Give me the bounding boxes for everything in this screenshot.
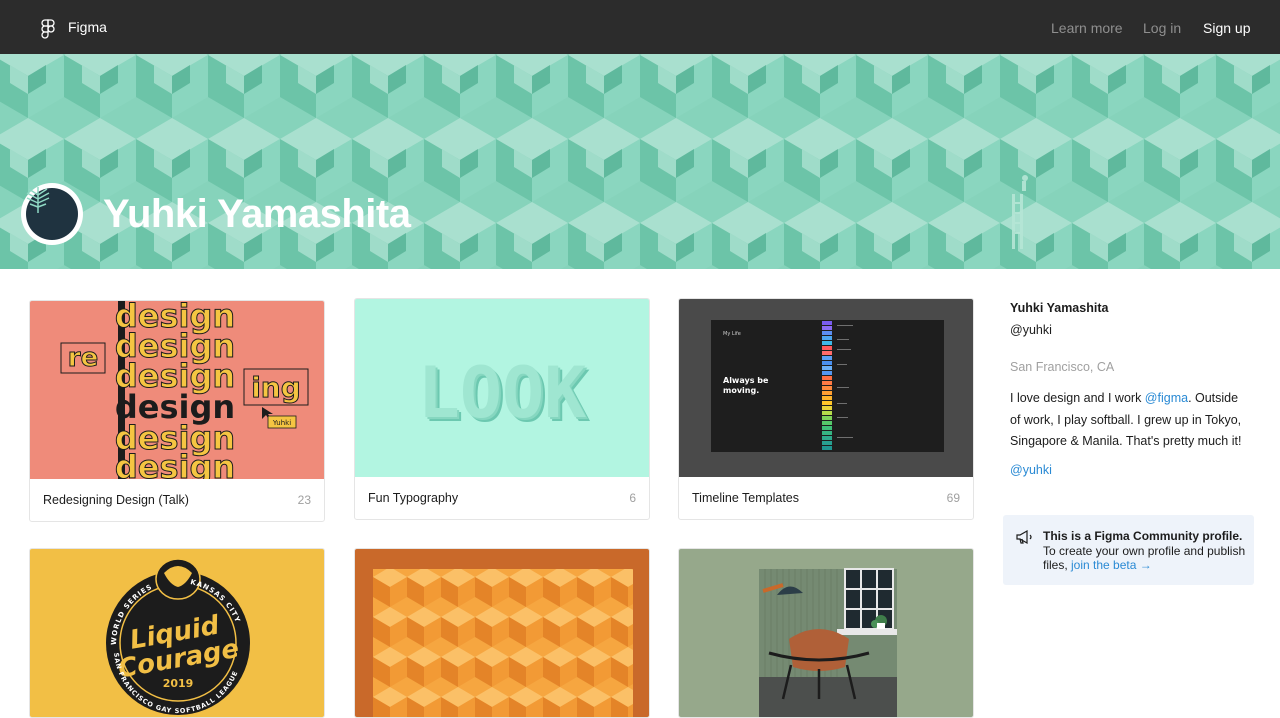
card-title[interactable]: Fun Typography xyxy=(368,491,458,505)
file-card-orange-cubes[interactable] xyxy=(354,548,650,718)
join-beta-link[interactable]: join the beta → xyxy=(1071,558,1152,572)
card-thumbnail: My Life Always be moving. xyxy=(679,299,973,477)
card-thumbnail: design design design design design desig… xyxy=(30,301,324,479)
thumb-text-design-6: design xyxy=(115,448,235,479)
learn-more-link[interactable]: Learn more xyxy=(1051,20,1123,36)
thumb-text-tag: Yuhki xyxy=(272,419,291,427)
file-card-liquid-courage[interactable]: Liquid Courage 2019 WORLD SERIES KANSAS … xyxy=(29,548,325,718)
notice-heading: This is a Figma Community profile. xyxy=(1043,529,1243,543)
sidebar-profile-link[interactable]: @yuhki xyxy=(1010,463,1052,477)
file-card-redesigning-design[interactable]: design design design design design desig… xyxy=(29,300,325,522)
profile-name-heading: Yuhki Yamashita xyxy=(103,192,411,236)
card-thumbnail xyxy=(679,549,973,717)
sidebar-name: Yuhki Yamashita xyxy=(1010,301,1109,315)
top-navbar: Figma Learn more Log in Sign up xyxy=(0,0,1280,54)
megaphone-icon xyxy=(1016,529,1032,545)
sidebar-location: San Francisco, CA xyxy=(1010,360,1115,374)
bio-text-1: I love design and I work xyxy=(1010,391,1145,405)
file-card-timeline-templates[interactable]: My Life Always be moving. Timeline Templ… xyxy=(678,298,974,520)
card-title[interactable]: Timeline Templates xyxy=(692,491,799,505)
notice-text: This is a Figma Community profile. To cre… xyxy=(1043,529,1248,573)
card-footer: Timeline Templates 69 xyxy=(679,477,973,519)
card-thumbnail: Liquid Courage 2019 WORLD SERIES KANSAS … xyxy=(30,549,324,717)
badge-text-year: 2019 xyxy=(163,677,194,690)
brand-name[interactable]: Figma xyxy=(68,19,107,35)
bio-figma-link[interactable]: @figma xyxy=(1145,391,1188,405)
card-count: 6 xyxy=(629,491,636,505)
sidebar-handle: @yuhki xyxy=(1010,323,1052,337)
file-card-fun-typography[interactable]: LOOK LOOK LOOK Fun Typography 6 xyxy=(354,298,650,520)
figma-logo-icon[interactable] xyxy=(41,19,55,39)
card-title[interactable]: Redesigning Design (Talk) xyxy=(43,493,189,507)
community-notice: This is a Figma Community profile. To cre… xyxy=(1003,515,1254,585)
card-count: 69 xyxy=(946,491,960,505)
sidebar-bio: I love design and I work @figma. Outside… xyxy=(1010,388,1250,453)
file-card-chair-illustration[interactable] xyxy=(678,548,974,718)
card-footer: Fun Typography 6 xyxy=(355,477,649,519)
leaf-logo-icon xyxy=(26,187,78,240)
log-in-link[interactable]: Log in xyxy=(1143,20,1181,36)
sign-up-link[interactable]: Sign up xyxy=(1203,20,1250,36)
card-thumbnail xyxy=(355,549,649,717)
profile-banner: Yuhki Yamashita xyxy=(0,54,1280,269)
thumb-text-look: LOOK xyxy=(418,352,587,434)
thumb-text-tagline-1: Always be xyxy=(723,376,769,385)
profile-avatar xyxy=(21,183,83,245)
thumb-text-heading: My Life xyxy=(723,331,741,337)
thumb-text-re: re xyxy=(68,343,98,373)
card-count: 23 xyxy=(297,493,311,507)
thumb-text-ing: ing xyxy=(251,371,301,404)
thumb-text-tagline-2: moving. xyxy=(723,386,759,395)
card-footer: Redesigning Design (Talk) 23 xyxy=(30,479,324,521)
card-thumbnail: LOOK LOOK LOOK xyxy=(355,299,649,477)
